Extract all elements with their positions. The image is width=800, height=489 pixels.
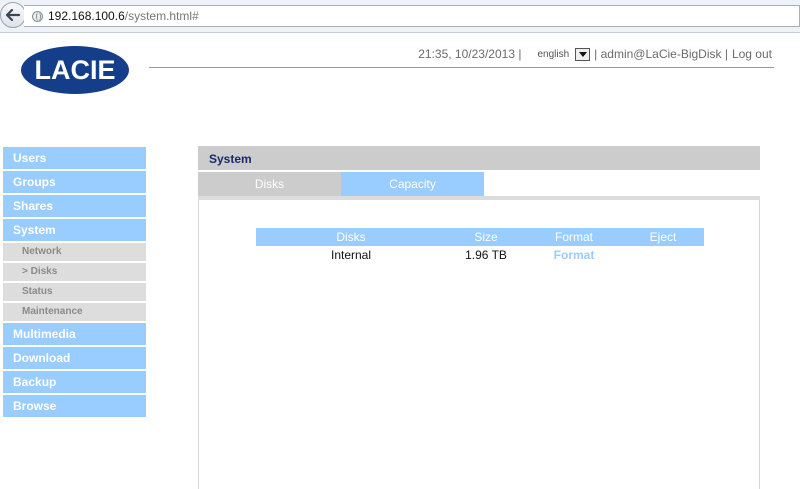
user-info: | admin@LaCie-BigDisk | <box>594 47 728 61</box>
language-value: english <box>537 48 570 60</box>
sidebar-item-groups[interactable]: Groups <box>3 171 146 193</box>
sidebar-subitem-status[interactable]: Status <box>3 283 146 301</box>
tab-capacity[interactable]: Capacity <box>341 172 484 196</box>
globe-icon <box>32 10 43 22</box>
tab-disks[interactable]: Disks <box>198 172 341 196</box>
back-button[interactable] <box>0 2 26 28</box>
url-host: 192.168.100.6 <box>48 9 125 23</box>
format-link[interactable]: Format <box>533 246 615 264</box>
sidebar-item-backup[interactable]: Backup <box>3 371 146 393</box>
column-header-format: Format <box>554 230 593 244</box>
browser-toolbar: 192.168.100.6/system.html# <box>0 0 800 33</box>
sidebar-item-multimedia[interactable]: Multimedia <box>3 323 146 345</box>
disk-name: Internal <box>330 248 372 262</box>
table-header-row: Disks Size Format Eject <box>256 228 704 246</box>
disk-size: 1.96 TB <box>465 248 507 262</box>
sidebar-item-download[interactable]: Download <box>3 347 146 369</box>
header-divider <box>149 67 774 68</box>
url-path: /system.html# <box>124 9 199 23</box>
column-header-size: Size <box>474 230 498 244</box>
sidebar-subitem-network[interactable]: Network <box>3 243 146 261</box>
arrow-left-icon <box>6 9 20 21</box>
logo-text: LACIE <box>34 54 116 85</box>
sidebar-subitem-disks[interactable]: > Disks <box>3 263 146 281</box>
sidebar-subitem-maintenance[interactable]: Maintenance <box>3 303 146 321</box>
table-row: Internal 1.96 TB Format <box>256 246 704 264</box>
disks-table: Disks Size Format Eject Internal 1.96 TB… <box>256 228 704 264</box>
sidebar-item-system[interactable]: System <box>3 219 146 241</box>
page-title: System <box>198 146 760 170</box>
sidebar-item-shares[interactable]: Shares <box>3 195 146 217</box>
lacie-logo[interactable]: LACIE <box>21 46 129 94</box>
sidebar-item-browse[interactable]: Browse <box>3 395 146 417</box>
datetime: 21:35, 10/23/2013 | <box>418 47 522 61</box>
sidebar-item-users[interactable]: Users <box>3 147 146 169</box>
address-bar[interactable]: 192.168.100.6/system.html# <box>24 5 800 27</box>
column-header-eject: Eject <box>649 230 677 244</box>
column-header-disks: Disks <box>336 230 366 244</box>
header-info: 21:35, 10/23/2013 | english | admin@LaCi… <box>418 47 772 61</box>
sidebar-nav: Users Groups Shares System Network > Dis… <box>3 147 146 419</box>
logout-link[interactable]: Log out <box>732 47 772 61</box>
language-dropdown[interactable] <box>575 47 591 61</box>
